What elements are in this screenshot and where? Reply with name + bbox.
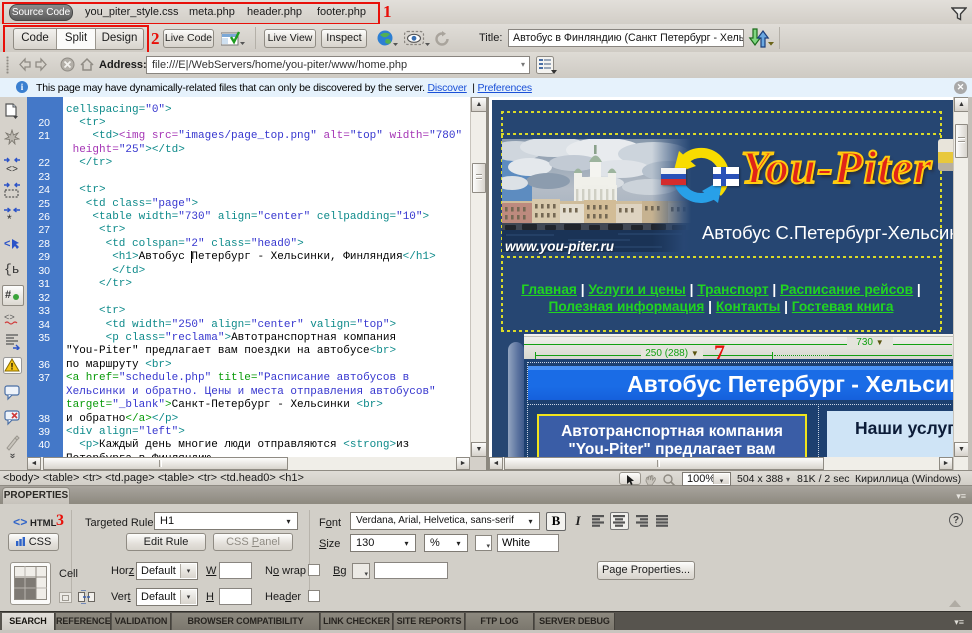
svg-text:<>: <>: [4, 313, 15, 323]
svg-text:#: #: [5, 289, 11, 301]
svg-text:!: !: [11, 362, 14, 372]
svg-text:{ь}: {ь}: [4, 262, 20, 276]
svg-text:*: *: [7, 212, 12, 224]
svg-text:<: <: [4, 238, 10, 250]
svg-text:<>: <>: [6, 165, 18, 174]
